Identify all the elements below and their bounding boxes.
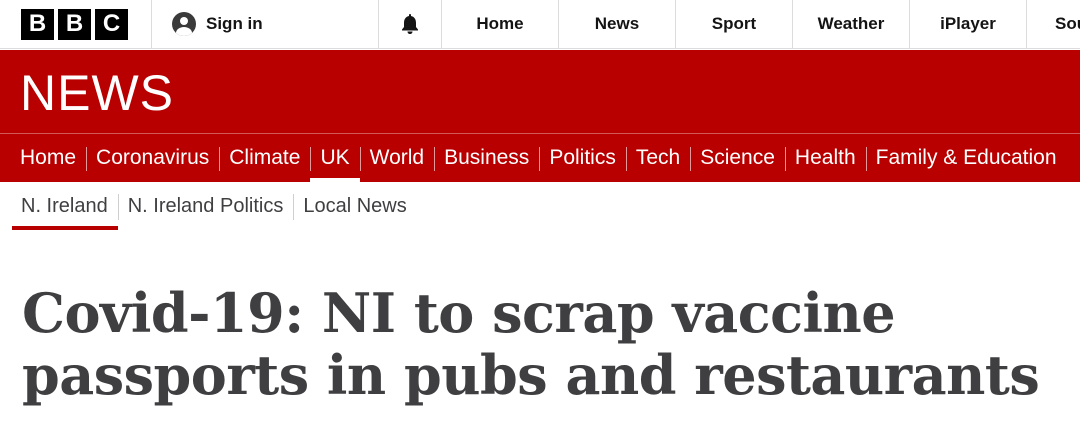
topnav-home[interactable]: Home	[442, 0, 559, 48]
user-account-icon	[172, 12, 196, 36]
article-headline: Covid-19: NI to scrap vaccine passports …	[22, 281, 1040, 407]
bbc-logo-letter-b1: B	[21, 8, 54, 40]
sub-nav-n-ireland-politics[interactable]: N. Ireland Politics	[117, 182, 294, 230]
bbc-top-bar: B B C Sign in Home News Sport Weather iP…	[0, 0, 1080, 49]
section-nav-politics[interactable]: Politics	[539, 134, 626, 182]
section-nav-family-education[interactable]: Family & Education	[865, 134, 1067, 182]
notifications-button[interactable]	[379, 0, 442, 48]
bbc-logo-letter-c: C	[95, 8, 128, 40]
bell-icon	[402, 14, 418, 34]
topnav-iplayer[interactable]: iPlayer	[910, 0, 1027, 48]
section-nav-health[interactable]: Health	[784, 134, 866, 182]
sign-in-label: Sign in	[206, 14, 263, 33]
topnav-sport[interactable]: Sport	[676, 0, 793, 48]
section-nav-tech[interactable]: Tech	[625, 134, 690, 182]
sub-nav-local-news[interactable]: Local News	[293, 182, 416, 230]
section-nav-business[interactable]: Business	[434, 134, 539, 182]
sign-in-link[interactable]: Sign in	[152, 0, 379, 48]
sub-nav-n-ireland[interactable]: N. Ireland	[11, 182, 118, 230]
news-wordmark[interactable]: NEWS	[20, 68, 174, 118]
section-nav-science[interactable]: Science	[690, 134, 785, 182]
sub-nav: N. Ireland N. Ireland Politics Local New…	[0, 182, 1080, 230]
news-banner: NEWS	[0, 50, 1080, 133]
topnav-news[interactable]: News	[559, 0, 676, 48]
section-nav: Home Coronavirus Climate UK World Busine…	[0, 133, 1080, 182]
bbc-logo-letter-b2: B	[58, 8, 91, 40]
section-nav-home[interactable]: Home	[10, 134, 86, 182]
section-nav-climate[interactable]: Climate	[219, 134, 310, 182]
topnav-weather[interactable]: Weather	[793, 0, 910, 48]
topnav-sounds[interactable]: Sou	[1027, 0, 1080, 48]
bbc-logo[interactable]: B B C	[0, 0, 152, 48]
section-nav-coronavirus[interactable]: Coronavirus	[86, 134, 219, 182]
section-nav-world[interactable]: World	[359, 134, 434, 182]
section-nav-uk[interactable]: UK	[310, 134, 360, 182]
